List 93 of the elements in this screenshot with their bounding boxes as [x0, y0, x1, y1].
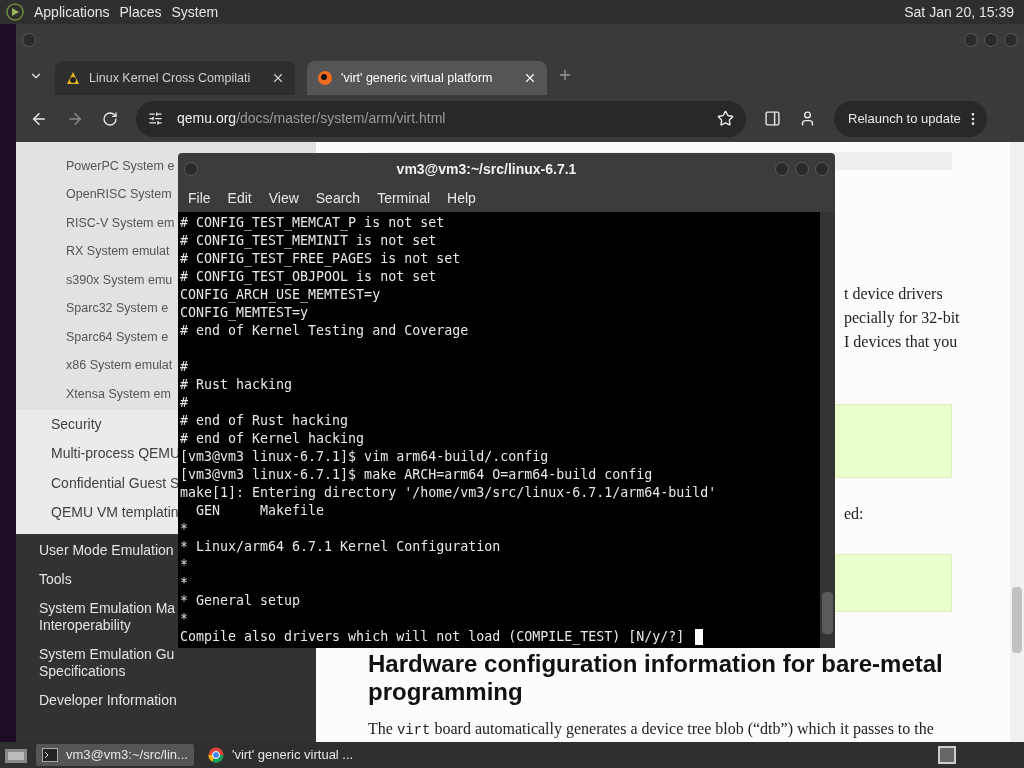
terminal-line: CONFIG_MEMTEST=y	[180, 304, 309, 322]
paragraph-line: I devices that you	[844, 332, 959, 353]
bird-icon	[317, 70, 333, 86]
menu-item[interactable]: View	[262, 188, 305, 209]
terminal-line: *	[180, 556, 188, 574]
terminal-line: # CONFIG_TEST_OBJPOOL is not set	[180, 268, 437, 286]
sidebar-link[interactable]: System Emulation Gu Specifications	[39, 645, 175, 680]
terminal-line: #	[180, 394, 188, 412]
terminal-line: # end of Kernel Testing and Coverage	[180, 322, 469, 340]
panel-menu[interactable]: System	[171, 1, 219, 23]
url-path: /docs/master/system/arm/virt.html	[236, 109, 447, 128]
window-control-icon[interactable]	[984, 33, 998, 47]
menu-item[interactable]: Edit	[221, 188, 258, 209]
terminal-line: # end of Kernel hacking	[180, 430, 365, 448]
window-control-icon[interactable]	[1004, 33, 1018, 47]
scrollbar[interactable]	[1010, 142, 1024, 742]
terminal-line: # CONFIG_TEST_FREE_PAGES is not set	[180, 250, 461, 268]
sidebar-link[interactable]: User Mode Emulation	[39, 541, 174, 559]
terminal-line: [vm3@vm3 linux-6.7.1]$ vim arm64-build/.config	[180, 448, 549, 466]
menu-item[interactable]: File	[182, 188, 217, 209]
window-control-icon[interactable]	[184, 162, 198, 176]
sidebar-link[interactable]: RISC-V System em	[66, 213, 175, 233]
logo-icon[interactable]	[6, 3, 24, 21]
window-control-icon[interactable]	[795, 162, 809, 176]
window-control-icon[interactable]	[775, 162, 789, 176]
scrollbar[interactable]	[820, 212, 835, 648]
sidebar-link[interactable]: Sparc32 System e	[66, 299, 169, 319]
url-host: qemu.org	[177, 109, 237, 128]
sidebar-link[interactable]: RX System emulat	[66, 242, 170, 262]
sidebar-link[interactable]: x86 System emulat	[66, 356, 173, 376]
panel-menu[interactable]: Places	[119, 1, 162, 23]
window-title: vm3@vm3:~/src/linux-6.7.1	[395, 159, 578, 179]
terminal-line: #	[180, 358, 188, 376]
terminal-line: *	[180, 574, 188, 592]
tab-title: Linux Kernel Cross Compilati	[89, 69, 252, 87]
desktop-icon[interactable]	[4, 746, 28, 764]
new-tab-icon[interactable]	[557, 67, 573, 83]
browser-tab[interactable]: Linux Kernel Cross Compilati	[55, 61, 295, 95]
sidebar-link[interactable]: s390x System emu	[66, 270, 173, 290]
menu-item[interactable]: Help	[441, 188, 482, 209]
paragraph-line: t device drivers	[844, 284, 944, 304]
window-control-icon[interactable]	[815, 162, 829, 176]
section-heading: Hardware configuration information for bare-metal	[368, 650, 944, 678]
sidebar-link[interactable]: Sparc64 System e	[66, 327, 169, 347]
taskbar-button[interactable]: vm3@vm3:~/src/lin...	[36, 744, 194, 766]
terminal-line: # Rust hacking	[180, 376, 293, 394]
sidebar-link[interactable]: Developer Information	[39, 691, 177, 709]
paragraph-line: The virt board automatically generates a device tree blob (“dtb”) which it passes to the	[368, 719, 935, 740]
address-bar[interactable]: qemu.org/docs/master/system/arm/virt.html	[136, 100, 746, 137]
site-info-icon[interactable]	[148, 111, 163, 126]
browser-icon	[207, 747, 224, 763]
side-panel-icon[interactable]	[764, 110, 781, 127]
reload-icon[interactable]	[102, 110, 118, 127]
sidebar-link[interactable]: Xtensa System em	[66, 384, 171, 404]
profile-icon[interactable]	[799, 110, 816, 127]
terminal-line: make[1]: Entering directory '/home/vm3/src/linux-6.7.1/arm64-build'	[180, 484, 717, 502]
terminal-line: GEN Makefile	[195, 502, 325, 520]
sidebar-link[interactable]: QEMU VM templatin	[51, 502, 179, 524]
penguin-icon	[65, 70, 81, 86]
sidebar-link[interactable]: Security	[51, 413, 102, 435]
terminal-line: * Linux/arm64 6.7.1 Kernel Configuration	[180, 538, 501, 556]
menu-item[interactable]: Search	[309, 188, 367, 209]
terminal-line: CONFIG_ARCH_USE_MEMTEST=y	[180, 286, 381, 304]
panel-menu[interactable]: Applications	[34, 1, 110, 23]
tab-title: 'virt' generic virtual platform	[341, 69, 494, 87]
terminal-line: # end of Rust hacking	[180, 412, 349, 430]
close-icon[interactable]	[523, 71, 537, 85]
terminal-line: *	[180, 520, 188, 538]
paragraph-line: pecially for 32-bit	[844, 308, 961, 329]
workspace-icon[interactable]	[938, 746, 956, 764]
section-heading: programming	[368, 678, 524, 706]
clock: Sat Jan 20, 15:39	[904, 2, 1014, 22]
terminal-line: # CONFIG_TEST_MEMCAT_P is not set	[180, 214, 445, 232]
relaunch-button[interactable]: Relaunch to update	[834, 100, 987, 137]
browser-tab[interactable]: 'virt' generic virtual platform	[307, 61, 547, 95]
terminal-line: # CONFIG_TEST_MEMINIT is not set	[180, 232, 437, 250]
bookmark-icon[interactable]	[717, 110, 734, 127]
text-cursor	[695, 629, 704, 645]
window-control-icon[interactable]	[22, 33, 36, 47]
sidebar-link[interactable]: PowerPC System e	[66, 156, 175, 176]
sidebar-link[interactable]: System Emulation Ma Interoperability	[39, 599, 176, 634]
window-control-icon[interactable]	[964, 33, 978, 47]
taskbar-button[interactable]: 'virt' generic virtual ...	[201, 744, 360, 766]
terminal-line: *	[180, 610, 188, 628]
paragraph-line: ed:	[844, 504, 864, 524]
menu-item[interactable]: Terminal	[371, 188, 437, 209]
terminal-icon	[42, 748, 58, 762]
close-icon[interactable]	[271, 71, 285, 85]
terminal-line: Compile also drivers which will not load (COMPILE_TEST) [N/y/?]	[180, 628, 685, 646]
sidebar-link[interactable]: Tools	[39, 570, 72, 588]
sidebar-link[interactable]: OpenRISC System	[66, 185, 172, 205]
terminal-line: * General setup	[180, 592, 301, 610]
terminal-line: [vm3@vm3 linux-6.7.1]$ make ARCH=arm64 O=arm64-build config	[180, 466, 653, 484]
